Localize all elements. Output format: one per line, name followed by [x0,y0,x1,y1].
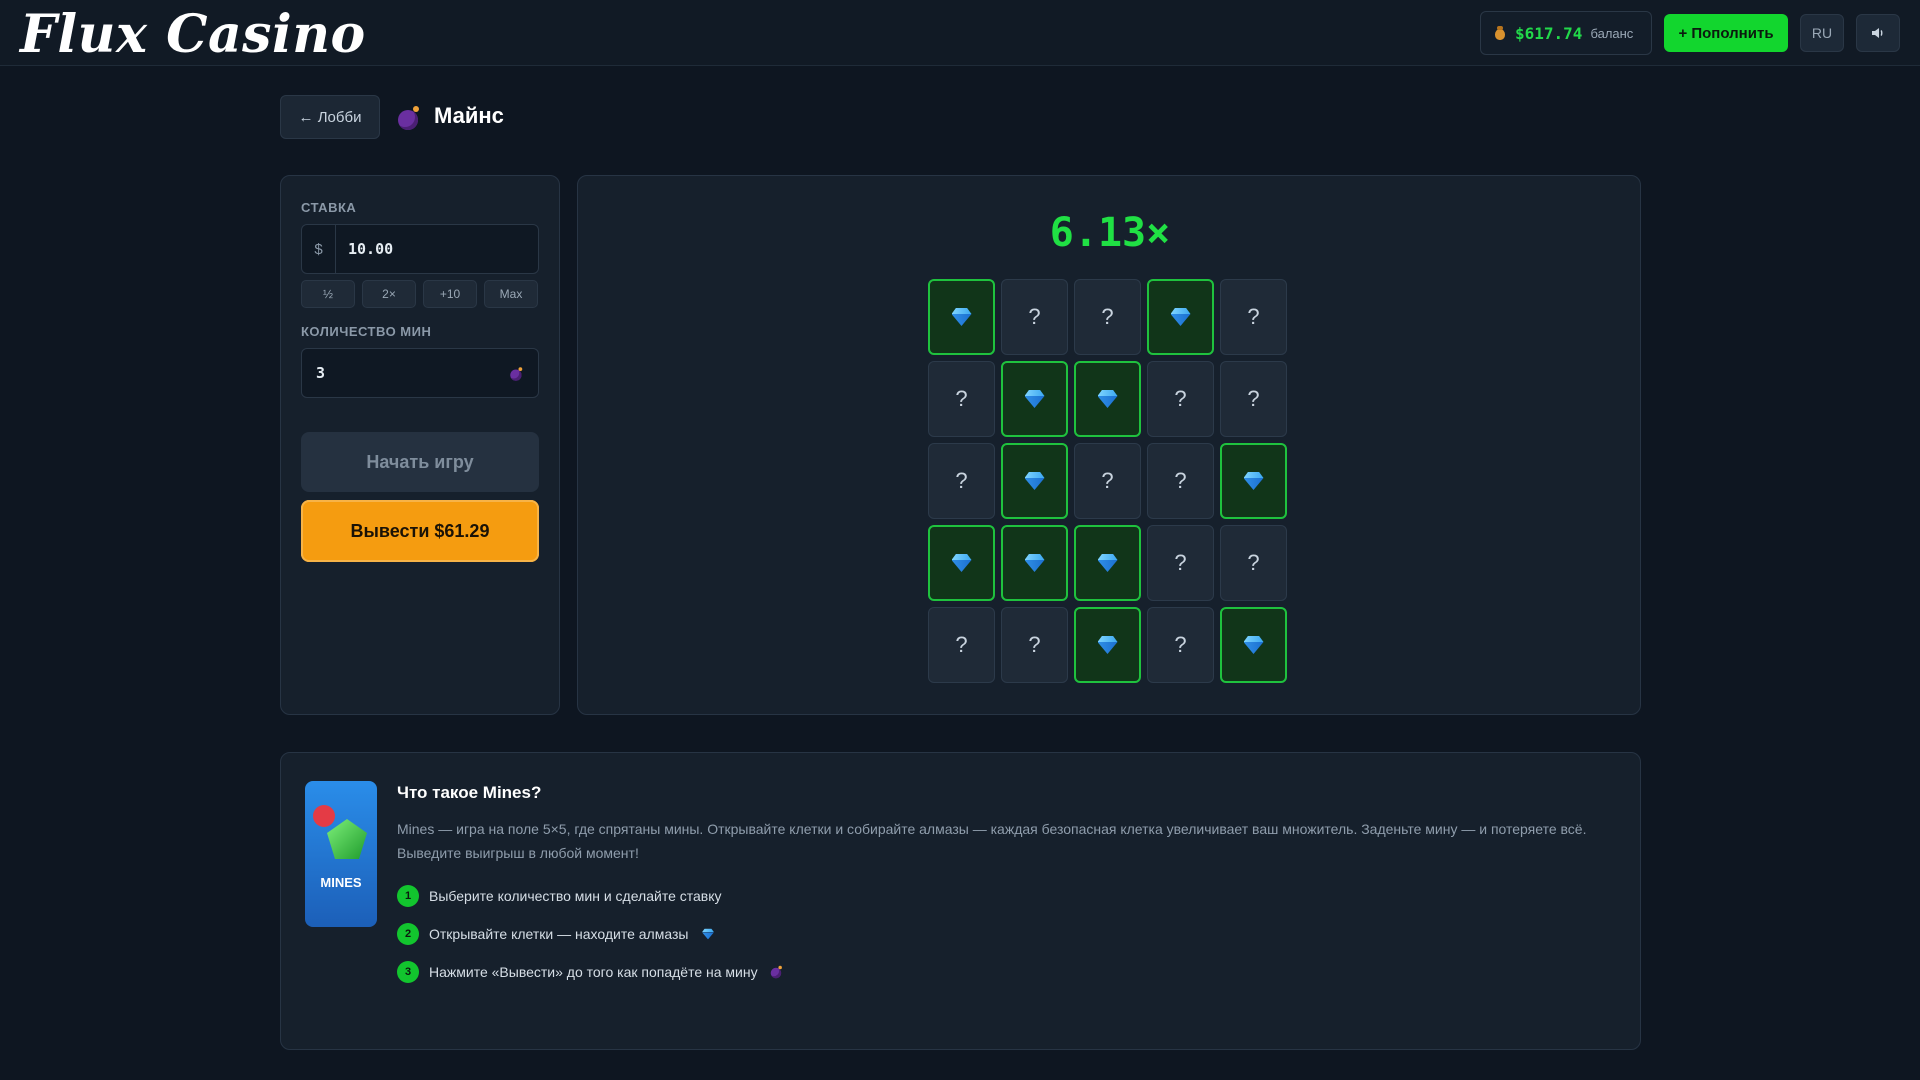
hidden-cell[interactable]: ? [1074,443,1141,519]
step-item: 1 Выберите количество мин и сделайте ста… [397,885,722,907]
revealed-gem-cell[interactable] [1074,607,1141,683]
hidden-cell-symbol: ? [1174,386,1187,411]
game-info-card: MINES Что такое Mines? Mines — игра на п… [280,752,1641,1050]
hidden-cell[interactable]: ? [1001,279,1068,355]
hidden-cell-symbol: ? [1247,386,1260,411]
revealed-gem-cell[interactable] [1001,525,1068,601]
hidden-cell-symbol: ? [1101,304,1114,329]
back-to-lobby-button[interactable]: ← Лобби [280,95,380,139]
diamond-icon [1098,636,1118,654]
cashout-button[interactable]: Вывести $61.29 [301,500,539,562]
step-number: 2 [397,923,419,945]
diamond-icon [1098,554,1118,572]
revealed-gem-cell[interactable] [1147,279,1214,355]
diamond-icon [1244,472,1264,490]
game-thumbnail: MINES [305,781,377,927]
mines-count-label: КОЛИЧЕСТВО МИН [301,324,432,339]
hidden-cell[interactable]: ? [1220,525,1287,601]
hidden-cell[interactable]: ? [1220,361,1287,437]
deposit-button[interactable]: + Пополнить [1664,14,1788,52]
hidden-cell[interactable]: ? [1001,607,1068,683]
bomb-icon [770,965,783,979]
hidden-cell-symbol: ? [1174,632,1187,657]
diamond-icon [702,929,714,940]
bet-max-button[interactable]: Max [484,280,538,308]
diamond-icon [1098,390,1118,408]
info-title: Что такое Mines? [397,783,542,802]
mines-count-value[interactable]: 3 [316,364,325,382]
step-number: 3 [397,961,419,983]
logo[interactable]: Flux Casino [20,4,366,65]
step-text: Нажмите «Вывести» до того как попадёте н… [429,964,758,980]
hidden-cell-symbol: ? [955,386,968,411]
diamond-icon [1171,308,1191,326]
step-item: 2 Открывайте клетки — находите алмазы [397,923,718,945]
game-board: 6.13× ?????????????? [577,175,1641,715]
diamond-icon [1025,472,1045,490]
bet-controls-panel: СТАВКА $ 10.00 ½ 2× +10 Max КОЛИЧЕСТВО М… [280,175,560,715]
mines-count-select[interactable]: 3 [301,348,539,398]
step-item: 3 Нажмите «Вывести» до того как попадёте… [397,961,786,983]
hidden-cell[interactable]: ? [1147,443,1214,519]
hidden-cell-symbol: ? [1028,632,1041,657]
page-title: Майнс [434,103,504,128]
top-bar: Flux Casino $617.74 баланс + Пополнить R… [0,0,1920,66]
emerald-icon [327,819,367,859]
hidden-cell[interactable]: ? [928,607,995,683]
bomb-icon [510,367,524,381]
hidden-cell-symbol: ? [955,468,968,493]
hidden-cell[interactable]: ? [928,361,995,437]
bet-double-button[interactable]: 2× [362,280,416,308]
revealed-gem-cell[interactable] [1220,607,1287,683]
hidden-cell[interactable]: ? [928,443,995,519]
money-bag-icon [1493,25,1507,41]
revealed-gem-cell[interactable] [1001,443,1068,519]
hidden-cell-symbol: ? [1247,304,1260,329]
multiplier-display: 6.13× [1049,210,1171,256]
hidden-cell-symbol: ? [1247,550,1260,575]
speaker-icon [1872,28,1883,38]
balance-amount: $617.74 [1515,23,1583,43]
bet-amount-value[interactable]: 10.00 [348,240,393,258]
bet-amount-input[interactable]: $ 10.00 [301,224,539,274]
mines-grid: ?????????????? [928,279,1287,683]
step-text: Выберите количество мин и сделайте ставк… [429,888,722,904]
step-text: Открывайте клетки — находите алмазы [429,926,689,942]
hidden-cell-symbol: ? [1174,468,1187,493]
thumbnail-label: MINES [320,875,362,890]
diamond-icon [1025,390,1045,408]
hidden-cell[interactable]: ? [1147,607,1214,683]
diamond-icon [952,554,972,572]
hidden-cell[interactable]: ? [1220,279,1287,355]
hidden-cell-symbol: ? [955,632,968,657]
hidden-cell-symbol: ? [1174,550,1187,575]
hidden-cell-symbol: ? [1101,468,1114,493]
revealed-gem-cell[interactable] [1074,525,1141,601]
info-description: Mines — игра на поле 5×5, где спрятаны м… [397,821,1587,861]
balance-label: баланс [1590,25,1634,41]
bet-label: СТАВКА [301,200,357,215]
currency-prefix: $ [302,225,336,273]
step-number: 1 [397,885,419,907]
hidden-cell[interactable]: ? [1074,279,1141,355]
diamond-icon [1244,636,1264,654]
bet-plus10-button[interactable]: +10 [423,280,477,308]
diamond-icon [952,308,972,326]
revealed-gem-cell[interactable] [1074,361,1141,437]
revealed-gem-cell[interactable] [928,279,995,355]
sound-button[interactable] [1856,14,1900,52]
language-button[interactable]: RU [1800,14,1844,52]
revealed-gem-cell[interactable] [1001,361,1068,437]
hidden-cell[interactable]: ? [1147,525,1214,601]
ball-icon [313,805,335,827]
bomb-icon [398,106,420,130]
diamond-icon [1025,554,1045,572]
balance-display: $617.74 баланс [1480,11,1652,55]
hidden-cell-symbol: ? [1028,304,1041,329]
bet-half-button[interactable]: ½ [301,280,355,308]
start-game-button[interactable]: Начать игру [301,432,539,492]
revealed-gem-cell[interactable] [928,525,995,601]
hidden-cell[interactable]: ? [1147,361,1214,437]
revealed-gem-cell[interactable] [1220,443,1287,519]
